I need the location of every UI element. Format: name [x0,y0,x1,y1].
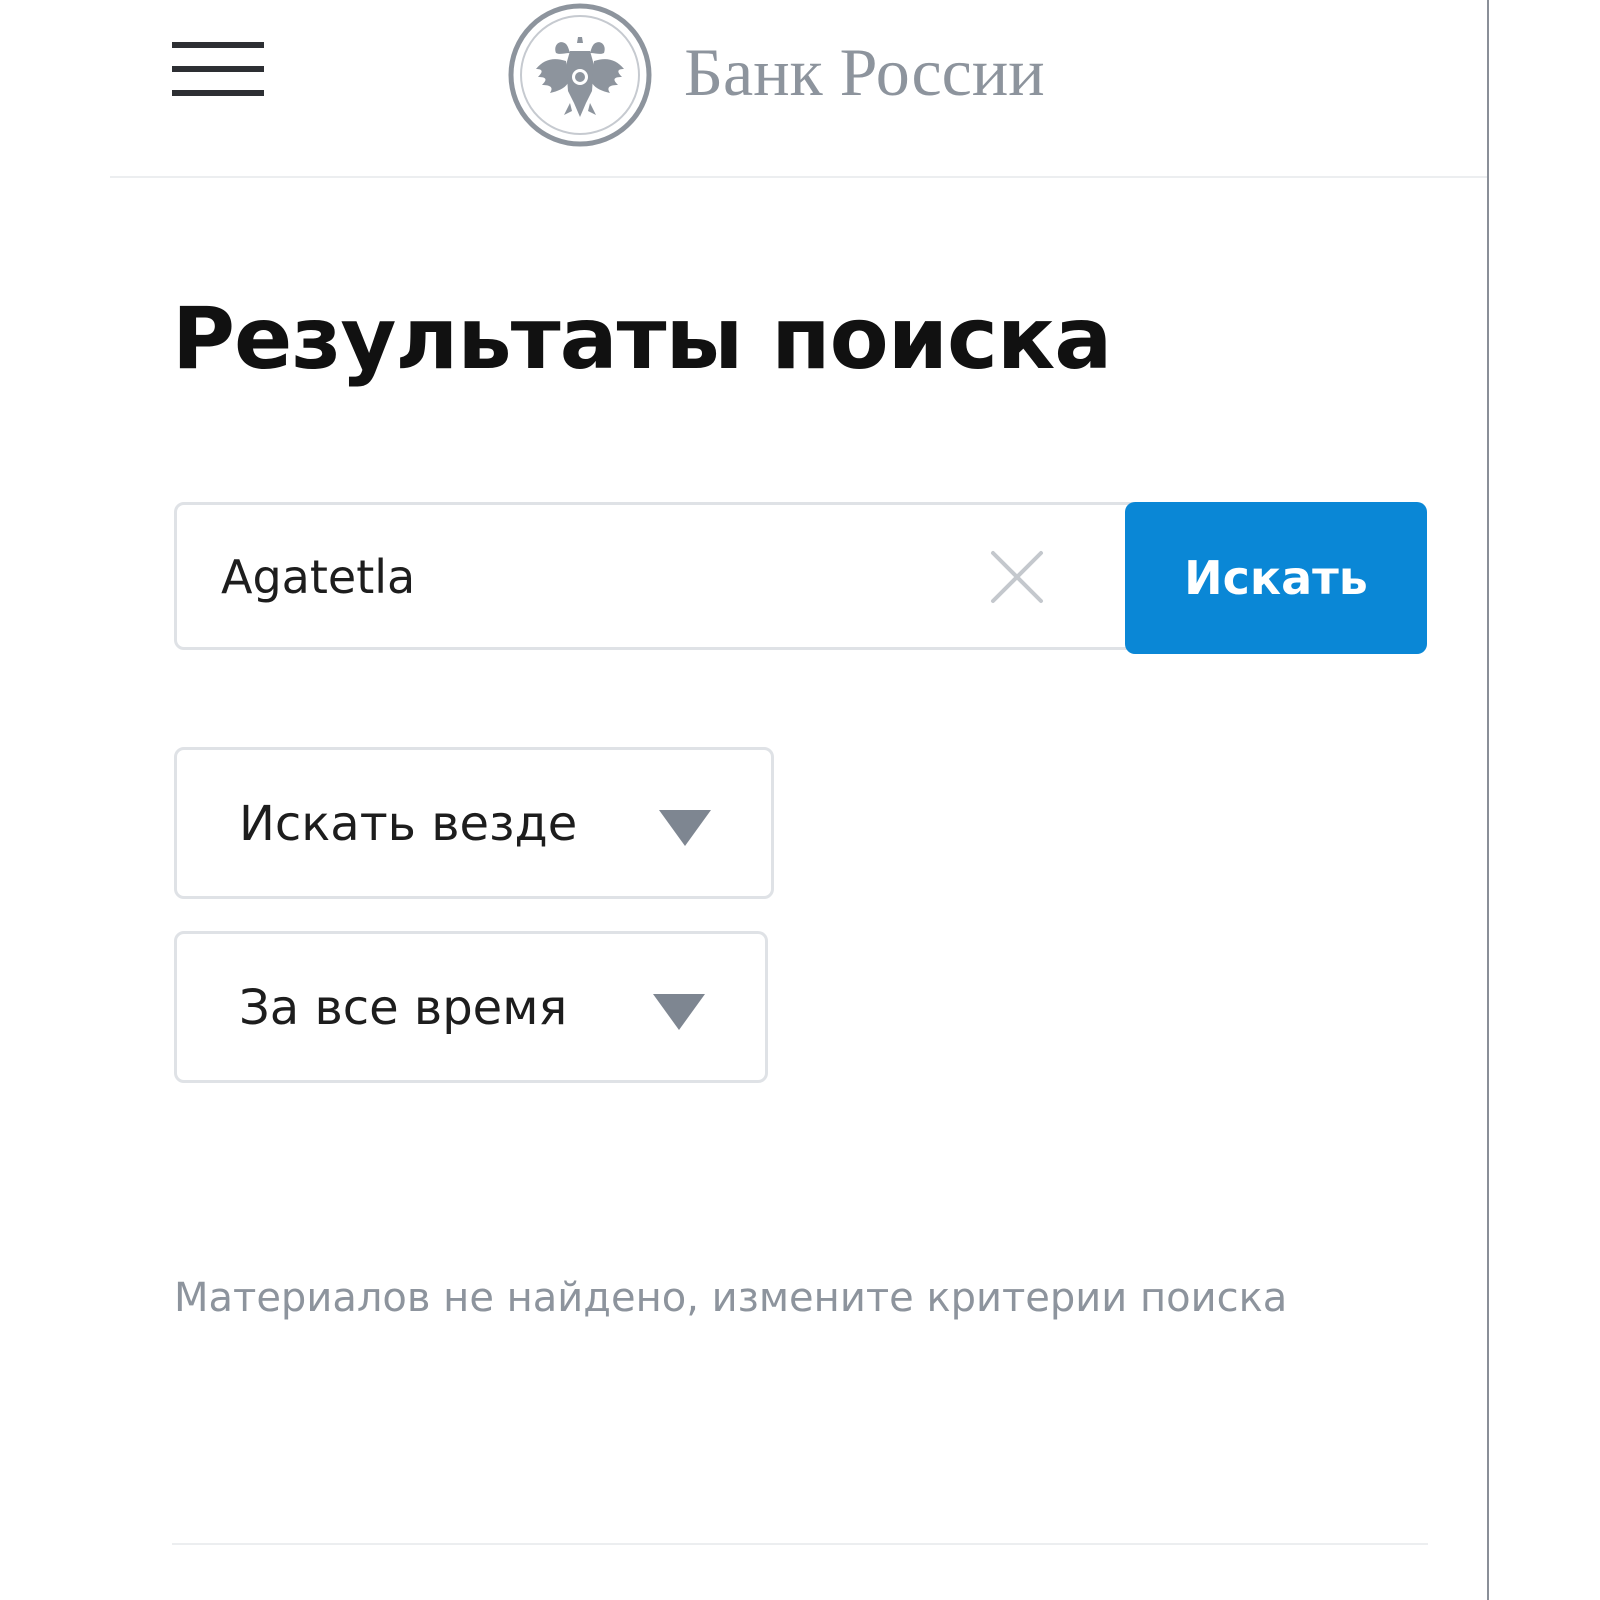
bottom-divider [172,1543,1428,1545]
menu-bar [172,42,264,48]
scope-select-value: Искать везде [239,796,578,852]
period-select-value: За все время [239,980,568,1036]
search-box [174,502,1134,650]
empty-results-message: Материалов не найдено, измените критерии… [174,1275,1288,1321]
search-button[interactable]: Искать [1125,502,1427,654]
menu-bar [172,90,264,96]
viewport-right-edge [1487,0,1489,1600]
page-title: Результаты поиска [172,289,1112,389]
caret-down-icon [653,994,705,1030]
search-input[interactable] [221,543,921,611]
double-headed-eagle-emblem-icon [508,3,652,147]
hamburger-menu-icon[interactable] [170,38,266,104]
menu-bar [172,66,264,72]
header-divider [110,176,1487,178]
caret-down-icon [659,810,711,846]
close-icon[interactable] [987,547,1047,607]
logo-text: Банк России [684,34,1045,110]
period-select[interactable]: За все время [174,931,768,1083]
scope-select[interactable]: Искать везде [174,747,774,899]
bank-logo[interactable]: Банк России [508,0,1098,150]
